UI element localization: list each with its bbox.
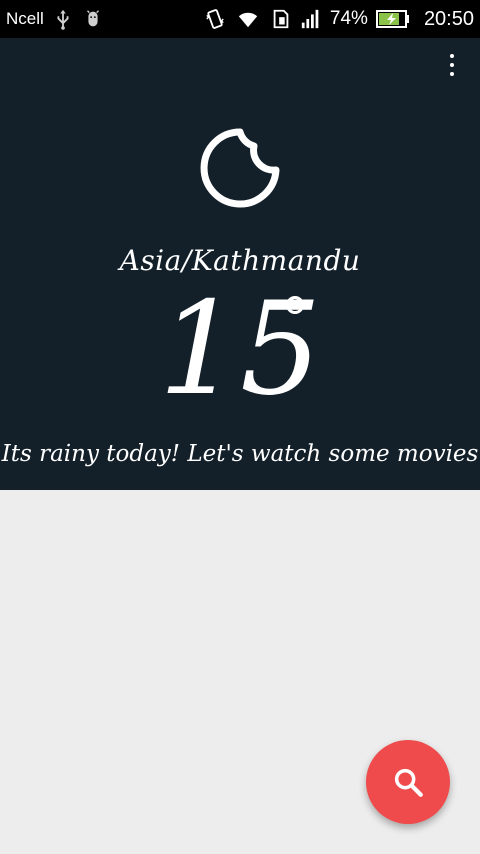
search-icon <box>394 768 423 797</box>
overflow-menu-icon[interactable] <box>442 54 462 76</box>
status-bar: Ncell 74% 20:50 <box>0 0 480 38</box>
signal-icon <box>301 9 319 29</box>
battery-charging-icon <box>375 10 409 28</box>
clock: 20:50 <box>423 7 474 30</box>
temperature-display: 15 <box>0 280 480 420</box>
weather-header: Asia/Kathmandu 15 Its rainy today! Let's… <box>0 38 480 490</box>
status-bar-right: 74% 20:50 <box>204 8 474 31</box>
sim-icon <box>273 9 289 29</box>
carrier-label: Ncell <box>6 9 44 28</box>
usb-icon <box>57 9 69 30</box>
search-button[interactable] <box>366 740 450 824</box>
battery-percent: 74% <box>329 8 368 29</box>
location-label: Asia/Kathmandu <box>119 244 361 277</box>
vibrate-icon <box>206 9 224 29</box>
wifi-icon <box>238 12 258 28</box>
status-bar-left: Ncell <box>6 8 104 30</box>
degree-symbol <box>286 296 304 314</box>
android-debug-icon <box>86 10 99 27</box>
moon-icon <box>200 128 280 208</box>
weather-message: Its rainy today! Let's watch some movies <box>1 441 479 467</box>
